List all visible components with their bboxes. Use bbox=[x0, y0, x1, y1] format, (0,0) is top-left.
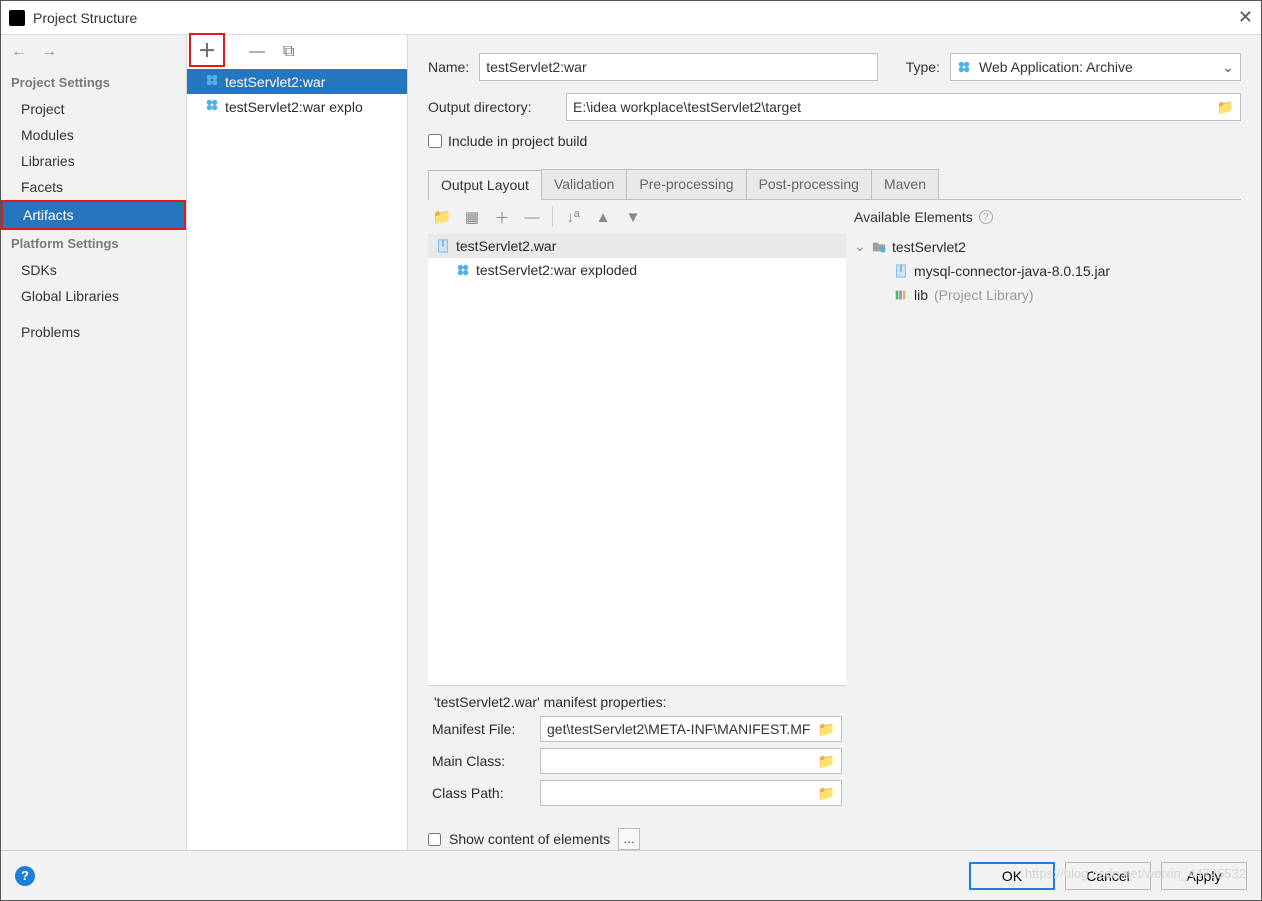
archive-icon bbox=[436, 239, 450, 253]
sidebar-item-sdks[interactable]: SDKs bbox=[1, 257, 186, 283]
library-icon bbox=[894, 288, 908, 302]
type-icon bbox=[957, 60, 971, 74]
sort-icon[interactable]: ↓ª bbox=[563, 209, 583, 226]
output-dir-value: E:\idea workplace\testServlet2\target bbox=[573, 99, 801, 115]
sidebar-item-modules[interactable]: Modules bbox=[1, 122, 186, 148]
output-dir-field[interactable]: E:\idea workplace\testServlet2\target 📁 bbox=[566, 93, 1241, 121]
section-project-settings: Project Settings bbox=[1, 69, 186, 96]
expand-icon[interactable]: ⌄ bbox=[854, 238, 866, 255]
apply-button[interactable]: Apply bbox=[1161, 862, 1247, 890]
create-directory-icon[interactable]: 📁 bbox=[432, 208, 452, 226]
nav-history: ← → bbox=[1, 35, 186, 69]
available-elements-tree[interactable]: ⌄ testServlet2 mysql-connector-java-8.0.… bbox=[846, 234, 1241, 816]
artifact-name-input[interactable] bbox=[479, 53, 878, 81]
artifact-item-label: testServlet2:war explo bbox=[225, 99, 363, 115]
manifest-header: 'testServlet2.war' manifest properties: bbox=[434, 694, 846, 710]
app-icon bbox=[9, 10, 25, 26]
sidebar-item-project[interactable]: Project bbox=[1, 96, 186, 122]
main-class-field[interactable]: 📁 bbox=[540, 748, 842, 774]
cancel-button[interactable]: Cancel bbox=[1065, 862, 1151, 890]
artifact-type-select[interactable]: Web Application: Archive ⌄ bbox=[950, 53, 1241, 81]
sidebar-item-libraries[interactable]: Libraries bbox=[1, 148, 186, 174]
move-down-icon[interactable]: ▼ bbox=[623, 209, 643, 226]
folder-icon bbox=[872, 240, 886, 254]
browse-icon[interactable]: 📁 bbox=[818, 721, 835, 738]
title-bar: Project Structure ✕ bbox=[1, 1, 1261, 35]
copy-artifact-button[interactable]: ⧉ bbox=[283, 43, 294, 61]
artifact-list-panel: ＋ — ⧉ testServlet2:war testServlet2:war … bbox=[187, 35, 408, 850]
close-icon[interactable]: ✕ bbox=[1238, 7, 1253, 28]
archive-icon bbox=[894, 264, 908, 278]
help-icon[interactable]: ? bbox=[979, 210, 993, 224]
artifact-tabs: Output Layout Validation Pre-processing … bbox=[428, 169, 1241, 200]
sidebar-item-global-libraries[interactable]: Global Libraries bbox=[1, 283, 186, 309]
show-content-checkbox[interactable] bbox=[428, 833, 441, 846]
tab-validation[interactable]: Validation bbox=[541, 169, 627, 199]
class-path-field[interactable]: 📁 bbox=[540, 780, 842, 806]
tab-postprocessing[interactable]: Post-processing bbox=[746, 169, 872, 199]
main-panel: Name: Type: Web Application: Archive ⌄ O… bbox=[408, 35, 1261, 850]
manifest-file-label: Manifest File: bbox=[432, 721, 540, 737]
sidebar: ← → Project Settings Project Modules Lib… bbox=[1, 35, 187, 850]
output-layout-tree[interactable]: testServlet2.war testServlet2:war explod… bbox=[428, 234, 846, 685]
ok-button[interactable]: OK bbox=[969, 862, 1055, 890]
sidebar-item-artifacts[interactable]: Artifacts bbox=[3, 202, 184, 228]
dialog-footer: ? OK Cancel Apply bbox=[1, 850, 1261, 900]
available-item-label: lib bbox=[914, 287, 928, 303]
create-archive-icon[interactable]: ▦ bbox=[462, 208, 482, 226]
nav-back-icon[interactable]: ← bbox=[11, 43, 27, 61]
available-elements-label: Available Elements bbox=[854, 209, 973, 225]
available-root-label: testServlet2 bbox=[892, 239, 966, 255]
type-value: Web Application: Archive bbox=[979, 59, 1133, 75]
remove-artifact-button[interactable]: — bbox=[249, 43, 265, 61]
available-item-suffix: (Project Library) bbox=[934, 287, 1034, 303]
include-in-build-checkbox[interactable] bbox=[428, 134, 442, 148]
output-dir-label: Output directory: bbox=[428, 99, 556, 115]
browse-folder-icon[interactable]: 📁 bbox=[1217, 99, 1234, 116]
add-artifact-button[interactable]: ＋ bbox=[189, 33, 225, 67]
browse-icon[interactable]: 📁 bbox=[818, 785, 835, 802]
layout-child-label: testServlet2:war exploded bbox=[476, 262, 637, 278]
remove-icon[interactable]: — bbox=[522, 209, 542, 226]
sidebar-item-facets[interactable]: Facets bbox=[1, 174, 186, 200]
tab-preprocessing[interactable]: Pre-processing bbox=[626, 169, 746, 199]
help-button[interactable]: ? bbox=[15, 866, 35, 886]
available-item-label: mysql-connector-java-8.0.15.jar bbox=[914, 263, 1110, 279]
chevron-down-icon: ⌄ bbox=[1222, 59, 1234, 76]
include-in-build-label: Include in project build bbox=[448, 133, 587, 149]
manifest-file-field[interactable]: get\testServlet2\META-INF\MANIFEST.MF📁 bbox=[540, 716, 842, 742]
artifact-icon bbox=[205, 98, 219, 115]
class-path-label: Class Path: bbox=[432, 785, 540, 801]
nav-forward-icon[interactable]: → bbox=[41, 43, 57, 61]
artifact-item-label: testServlet2:war bbox=[225, 74, 325, 90]
window-title: Project Structure bbox=[33, 10, 137, 26]
artifact-icon bbox=[456, 263, 470, 277]
artifact-list-item[interactable]: testServlet2:war explo bbox=[187, 94, 407, 119]
move-up-icon[interactable]: ▲ bbox=[593, 209, 613, 226]
main-class-label: Main Class: bbox=[432, 753, 540, 769]
artifact-icon bbox=[205, 73, 219, 90]
artifact-list-item[interactable]: testServlet2:war bbox=[187, 69, 407, 94]
layout-root-label: testServlet2.war bbox=[456, 238, 556, 254]
tab-maven[interactable]: Maven bbox=[871, 169, 939, 199]
show-content-label: Show content of elements bbox=[449, 831, 610, 847]
layout-toolbar: 📁 ▦ ＋ — ↓ª ▲ ▼ bbox=[428, 200, 846, 234]
browse-icon[interactable]: 📁 bbox=[818, 753, 835, 770]
name-label: Name: bbox=[428, 59, 469, 75]
type-label: Type: bbox=[906, 59, 940, 75]
artifact-toolbar: ＋ — ⧉ bbox=[187, 35, 407, 69]
add-copy-icon[interactable]: ＋ bbox=[492, 207, 512, 228]
show-content-options-button[interactable]: … bbox=[618, 828, 640, 850]
sidebar-item-problems[interactable]: Problems bbox=[1, 319, 186, 345]
section-platform-settings: Platform Settings bbox=[1, 230, 186, 257]
tab-output-layout[interactable]: Output Layout bbox=[428, 170, 542, 200]
manifest-panel: 'testServlet2.war' manifest properties: … bbox=[428, 685, 846, 816]
